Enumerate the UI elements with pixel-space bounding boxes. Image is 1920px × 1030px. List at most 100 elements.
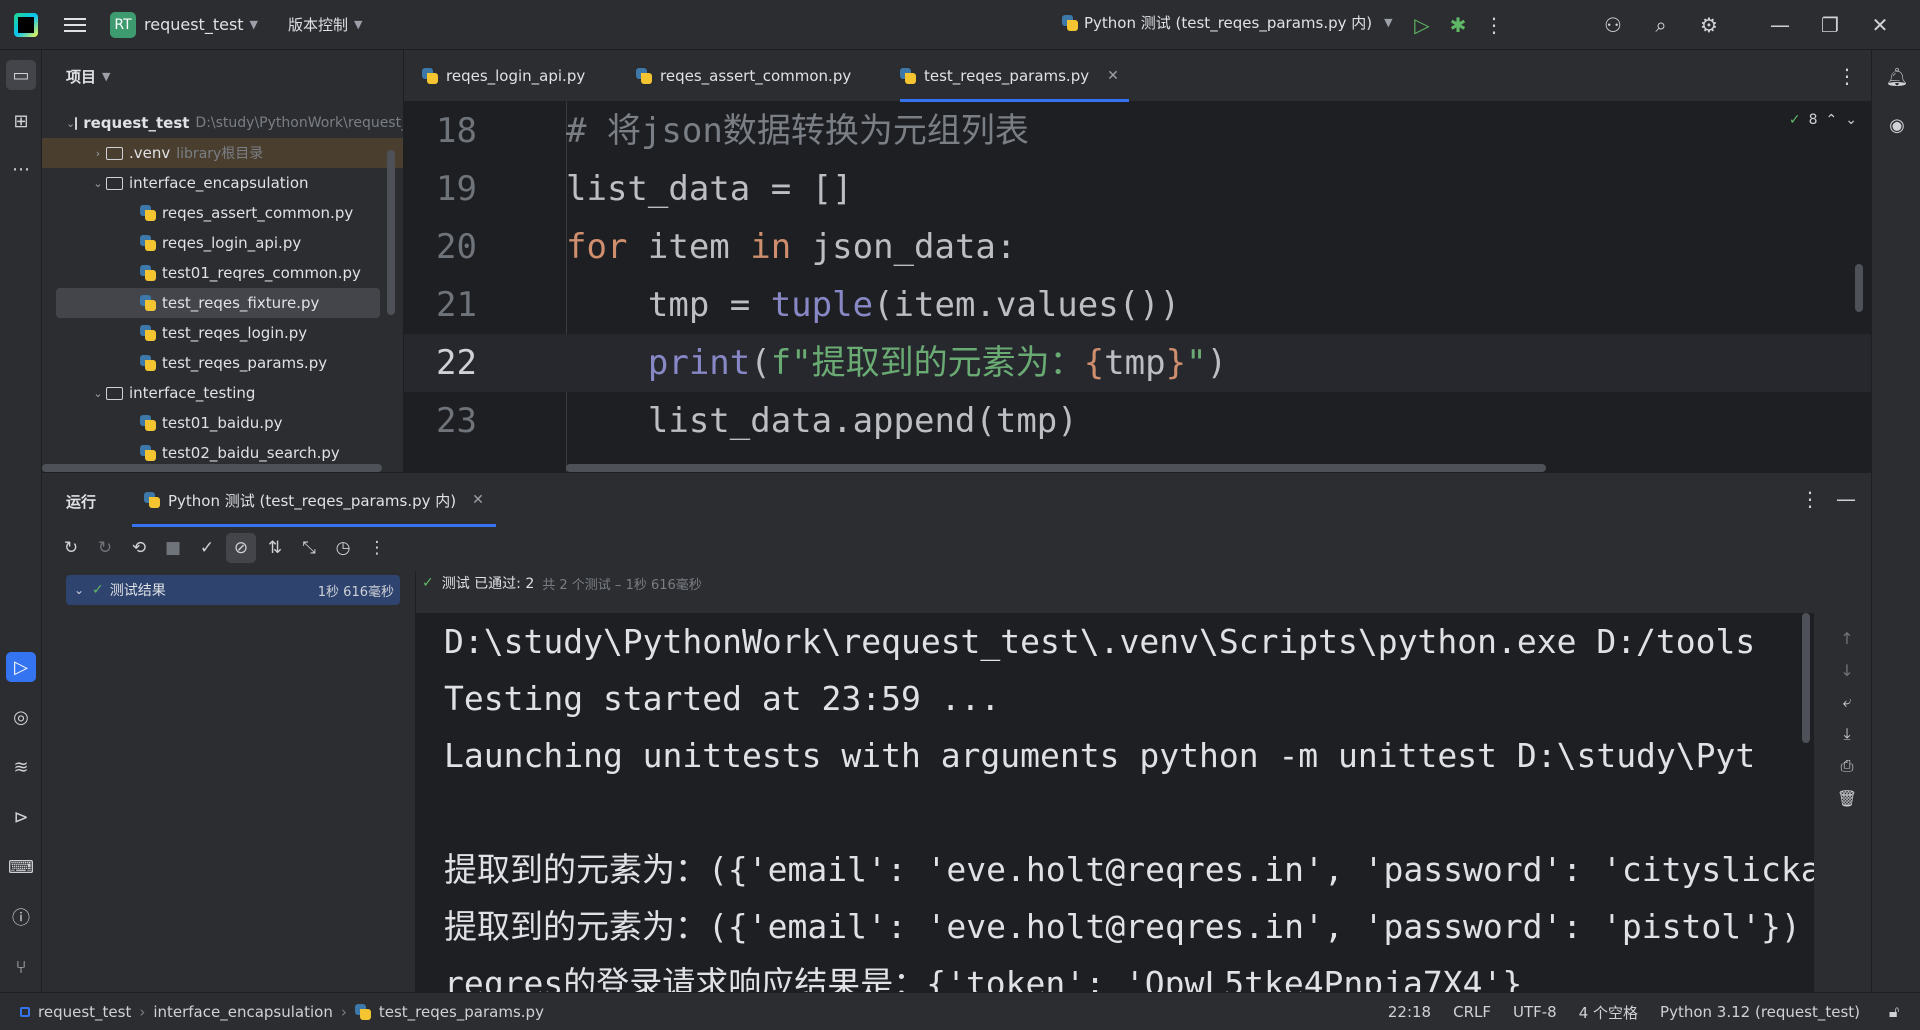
toolbar-more-icon[interactable]: ⋮ bbox=[362, 533, 392, 563]
more-tools-icon[interactable]: ⋯ bbox=[6, 154, 36, 184]
minimize-window-icon[interactable]: — bbox=[1755, 7, 1805, 43]
breadcrumb-item[interactable]: test_reqes_params.py bbox=[379, 1003, 544, 1021]
inspections-widget[interactable]: ✓ 8 ⌃ ⌄ bbox=[1789, 112, 1857, 128]
console-scrollbar[interactable] bbox=[1802, 613, 1810, 743]
python-packages-icon[interactable]: ≋ bbox=[6, 752, 36, 782]
code-line[interactable]: 18 # 将json数据转换为元组列表 bbox=[404, 102, 1871, 160]
clear-all-icon[interactable]: 🗑︎ bbox=[1832, 783, 1862, 813]
arrow-down-icon[interactable]: ↓ bbox=[1832, 655, 1862, 685]
chevron-down-icon[interactable]: ▼ bbox=[102, 70, 110, 83]
vcs-menu[interactable]: 版本控制 bbox=[288, 14, 348, 35]
editor-scrollbar[interactable] bbox=[1855, 264, 1863, 312]
line-separator[interactable]: CRLF bbox=[1453, 1003, 1491, 1021]
tree-item-file[interactable]: test_reqes_params.py bbox=[42, 348, 403, 378]
project-badge[interactable]: RT bbox=[110, 11, 136, 38]
main-menu-icon[interactable] bbox=[64, 17, 86, 32]
python-interpreter[interactable]: Python 3.12 (request_test) bbox=[1660, 1003, 1860, 1021]
run-tool-icon[interactable]: ▷ bbox=[6, 652, 36, 682]
structure-tool-icon[interactable]: ⊞ bbox=[6, 106, 36, 136]
tree-item-folder[interactable]: ⌄ interface_testing bbox=[42, 378, 403, 408]
more-actions-icon[interactable]: ⋮ bbox=[1476, 7, 1512, 43]
close-window-icon[interactable]: ✕ bbox=[1855, 7, 1905, 43]
soft-wrap-icon[interactable]: ⤶ bbox=[1832, 687, 1862, 717]
notifications-icon[interactable]: 🔔︎ bbox=[1882, 62, 1912, 92]
run-panel-more-icon[interactable]: ⋮ bbox=[1792, 481, 1828, 517]
lock-icon[interactable]: 🔓︎ bbox=[1876, 994, 1912, 1030]
history-icon[interactable]: ◷ bbox=[328, 533, 358, 563]
services-icon[interactable]: ⊳ bbox=[6, 802, 36, 832]
tree-item-label: interface_testing bbox=[129, 384, 256, 402]
python-file-icon bbox=[140, 415, 156, 431]
tree-item-folder[interactable]: ⌄ interface_encapsulation bbox=[42, 168, 403, 198]
rerun-icon[interactable]: ↻ bbox=[56, 533, 86, 563]
debug-icon[interactable]: ✱ bbox=[1440, 7, 1476, 43]
chevron-down-icon[interactable]: ▼ bbox=[250, 18, 258, 31]
arrow-up-icon[interactable]: ↑ bbox=[1832, 623, 1862, 653]
chevron-down-icon[interactable]: ⌄ bbox=[90, 387, 106, 400]
scroll-to-end-icon[interactable]: ⤓ bbox=[1832, 719, 1862, 749]
stop-icon[interactable]: ■ bbox=[158, 533, 188, 563]
rerun-failed-icon[interactable]: ↻ bbox=[90, 533, 120, 563]
chevron-right-icon[interactable]: › bbox=[90, 147, 106, 160]
chevron-down-icon[interactable]: ⌄ bbox=[90, 177, 106, 190]
tab-reqes-login-api[interactable]: reqes_login_api.py bbox=[422, 50, 585, 102]
git-icon[interactable]: ⑂ bbox=[6, 952, 36, 982]
tabs-more-icon[interactable]: ⋮ bbox=[1829, 58, 1865, 94]
editor-hscrollbar[interactable] bbox=[566, 464, 1546, 472]
tree-item-file[interactable]: reqes_login_api.py bbox=[42, 228, 403, 258]
problems-icon[interactable]: ⓘ bbox=[6, 902, 36, 932]
chevron-down-icon[interactable]: ▼ bbox=[354, 18, 362, 31]
close-tab-icon[interactable]: ✕ bbox=[1107, 68, 1119, 84]
code-line[interactable]: 19 list_data = [] bbox=[404, 160, 1871, 218]
code-line[interactable]: 23 list_data.append(tmp) bbox=[404, 392, 1871, 450]
tree-item-file[interactable]: reqes_assert_common.py bbox=[42, 198, 403, 228]
code-line-current[interactable]: 22 print(f"提取到的元素为：{tmp}") bbox=[404, 334, 1871, 392]
terminal-icon[interactable]: ⌨ bbox=[6, 852, 36, 882]
chevron-down-icon[interactable]: ⌄ bbox=[66, 117, 75, 130]
tree-item-file[interactable]: test01_baidu.py bbox=[42, 408, 403, 438]
code-editor[interactable]: 18 # 将json数据转换为元组列表 19 list_data = [] 20… bbox=[404, 102, 1871, 472]
console-output[interactable]: D:\study\PythonWork\request_test\.venv\S… bbox=[416, 613, 1814, 993]
breadcrumb-item[interactable]: request_test bbox=[38, 1003, 131, 1021]
chevron-down-icon[interactable]: ⌄ bbox=[1845, 112, 1857, 128]
project-panel-header[interactable]: 项目 ▼ bbox=[42, 50, 403, 102]
add-user-icon[interactable]: ⚇ bbox=[1595, 7, 1631, 43]
search-icon[interactable]: ⌕ bbox=[1643, 7, 1679, 43]
breadcrumb-item[interactable]: interface_encapsulation bbox=[153, 1003, 333, 1021]
project-panel-scrollbar[interactable] bbox=[387, 150, 395, 315]
caret-position[interactable]: 22:18 bbox=[1388, 1003, 1431, 1021]
collapse-icon[interactable]: ⤡ bbox=[294, 533, 324, 563]
run-tab[interactable]: Python 测试 (test_reqes_params.py 内) ✕ bbox=[132, 473, 496, 527]
settings-gear-icon[interactable]: ⚙ bbox=[1691, 7, 1727, 43]
tree-item-file[interactable]: test_reqes_login.py bbox=[42, 318, 403, 348]
close-tab-icon[interactable]: ✕ bbox=[472, 492, 484, 508]
print-icon[interactable]: ⎙ bbox=[1832, 751, 1862, 781]
chevron-up-icon[interactable]: ⌃ bbox=[1826, 112, 1838, 128]
code-line[interactable]: 20 for item in json_data: bbox=[404, 218, 1871, 276]
restore-window-icon[interactable]: ❐ bbox=[1805, 7, 1855, 43]
toggle-auto-test-icon[interactable]: ⟲ bbox=[124, 533, 154, 563]
file-encoding[interactable]: UTF-8 bbox=[1513, 1003, 1557, 1021]
project-name[interactable]: request_test bbox=[144, 15, 244, 34]
tab-reqes-assert-common[interactable]: reqes_assert_common.py bbox=[636, 50, 851, 102]
tree-item-file-selected[interactable]: test_reqes_fixture.py bbox=[56, 288, 380, 318]
run-icon[interactable]: ▷ bbox=[1404, 7, 1440, 43]
project-panel-hscrollbar[interactable] bbox=[42, 464, 382, 472]
tree-item-venv[interactable]: › .venv library根目录 bbox=[42, 138, 403, 168]
python-console-icon[interactable]: ◎ bbox=[6, 702, 36, 732]
inspection-count: 8 bbox=[1808, 112, 1818, 128]
hide-panel-icon[interactable]: — bbox=[1828, 481, 1864, 517]
project-tool-icon[interactable]: ▭ bbox=[6, 60, 36, 90]
tree-item-root[interactable]: ⌄ request_test D:\study\PythonWork\reque… bbox=[42, 108, 403, 138]
ai-assistant-icon[interactable]: ◉ bbox=[1882, 110, 1912, 140]
indent-setting[interactable]: 4 个空格 bbox=[1579, 1002, 1638, 1023]
test-results-root[interactable]: ⌄ ✓ 测试结果 1秒 616毫秒 bbox=[66, 575, 400, 605]
tree-item-file[interactable]: test01_reqres_common.py bbox=[42, 258, 403, 288]
sort-icon[interactable]: ⇅ bbox=[260, 533, 290, 563]
show-ignored-icon[interactable]: ⊘ bbox=[226, 533, 256, 563]
tab-test-reqes-params[interactable]: test_reqes_params.py ✕ bbox=[900, 50, 1129, 102]
chevron-down-icon[interactable]: ⌄ bbox=[66, 583, 92, 597]
run-config-selector[interactable]: Python 测试 (test_reqes_params.py 内) ▼ bbox=[1062, 12, 1393, 33]
code-line[interactable]: 21 tmp = tuple(item.values()) bbox=[404, 276, 1871, 334]
show-passed-icon[interactable]: ✓ bbox=[192, 533, 222, 563]
